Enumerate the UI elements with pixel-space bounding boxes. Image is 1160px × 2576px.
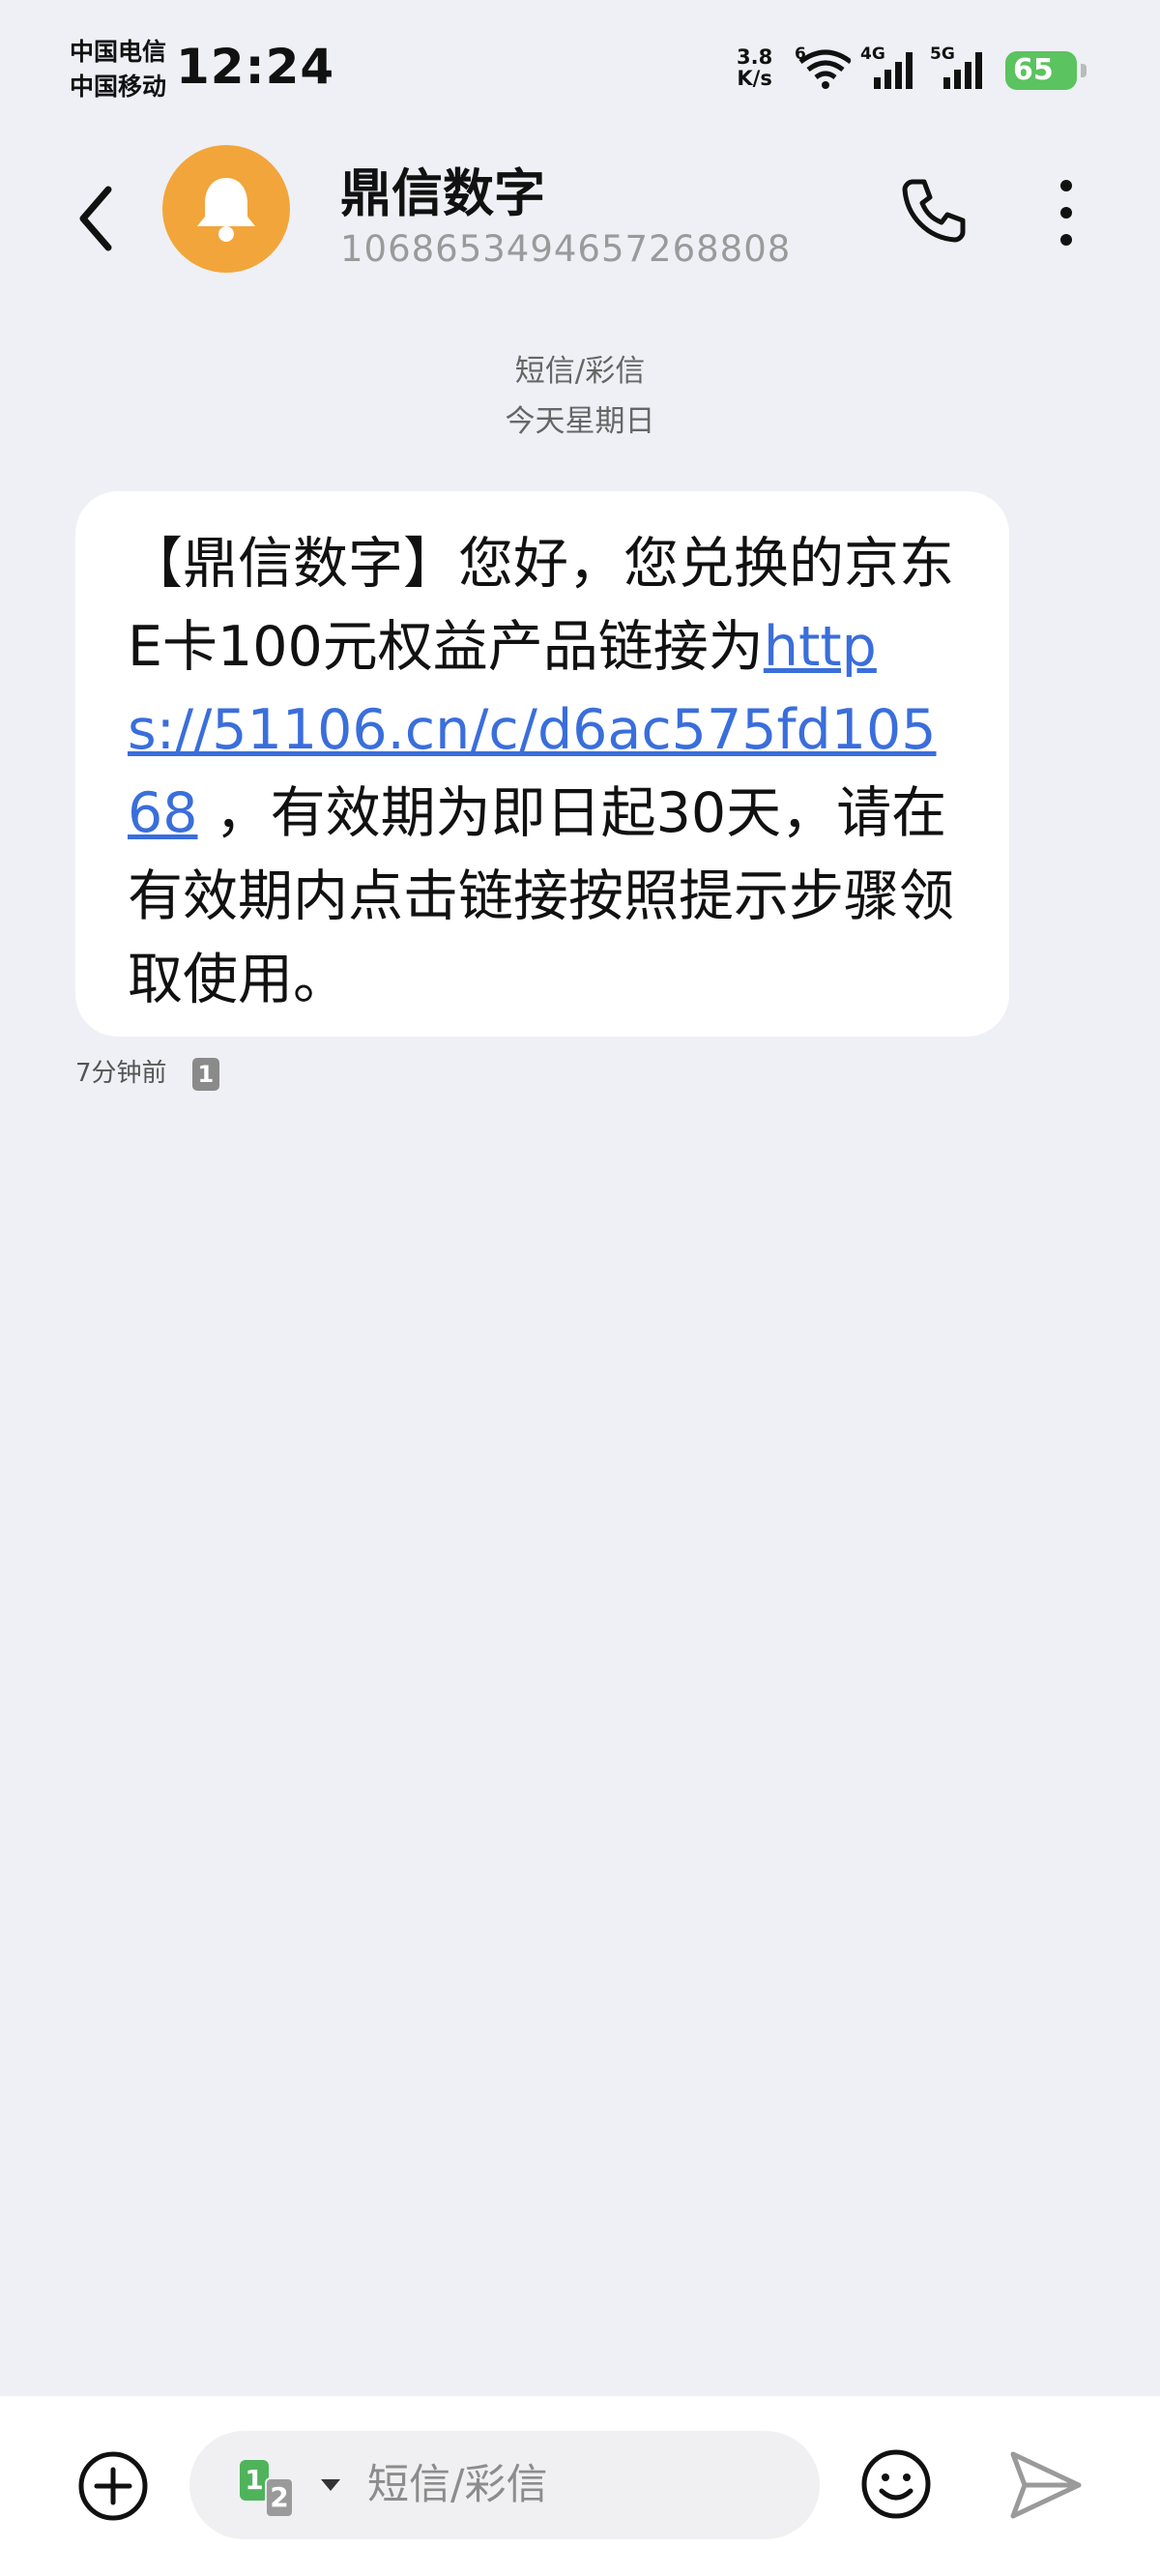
carrier-2: 中国移动 <box>70 73 167 101</box>
input-placeholder: 短信/彩信 <box>367 2461 548 2509</box>
add-attachment-button[interactable] <box>77 2450 149 2522</box>
contact-name: 鼎信数字 <box>340 164 545 223</box>
send-button[interactable] <box>1009 2450 1083 2520</box>
message-text: 【鼎信数字】您好，您兑换的京东E卡100元权益产品链接为https://5110… <box>128 532 954 1011</box>
message-meta: 7分钟前 1 <box>75 1056 219 1091</box>
message-time: 7分钟前 <box>75 1059 167 1088</box>
signal-icon-sim2: 5G <box>930 44 994 95</box>
call-button[interactable] <box>899 176 969 246</box>
contact-number: 1068653494657268808 <box>340 228 792 270</box>
add-icon <box>78 2451 148 2521</box>
message-bubble[interactable]: 【鼎信数字】您好，您兑换的京东E卡100元权益产品链接为https://5110… <box>75 491 1009 1037</box>
sim-2-icon: 2 <box>265 2477 294 2518</box>
back-icon <box>79 186 112 251</box>
bell-icon <box>197 178 255 242</box>
sim-badge: 1 <box>191 1057 219 1091</box>
emoji-button[interactable] <box>860 2448 932 2520</box>
more-options-button[interactable] <box>1052 174 1081 251</box>
send-icon <box>1010 2451 1082 2519</box>
more-vertical-icon <box>1060 180 1072 246</box>
emoji-icon <box>861 2449 931 2519</box>
thread-divider: 短信/彩信 今天星期日 <box>0 346 1160 447</box>
date-label: 今天星期日 <box>505 404 655 439</box>
message-type-label: 短信/彩信 <box>514 354 646 389</box>
caret-down-icon[interactable] <box>319 2477 342 2493</box>
avatar[interactable] <box>162 145 290 273</box>
status-time: 12:24 <box>176 39 335 95</box>
message-input[interactable]: 1 2 短信/彩信 <box>189 2431 820 2539</box>
network-speed: 3.8 K/s <box>737 45 773 90</box>
phone-icon <box>902 179 966 243</box>
compose-bar: 1 2 短信/彩信 <box>0 2396 1160 2576</box>
conversation-header: 鼎信数字 1068653494657268808 <box>0 135 1160 290</box>
sim-switch-button[interactable]: 1 2 <box>240 2460 313 2518</box>
back-button[interactable] <box>73 180 122 257</box>
signal-icon-sim1: 4G <box>860 44 924 95</box>
battery-indicator: 65 <box>1005 51 1087 90</box>
wifi-icon: 6 <box>795 44 853 95</box>
carrier-1: 中国电信 <box>70 38 167 66</box>
battery-tip <box>1081 64 1087 77</box>
carrier-labels: 中国电信 中国移动 <box>70 35 166 104</box>
status-bar: 中国电信 中国移动 12:24 3.8 K/s 6 4G 5G 65 <box>0 0 1160 135</box>
